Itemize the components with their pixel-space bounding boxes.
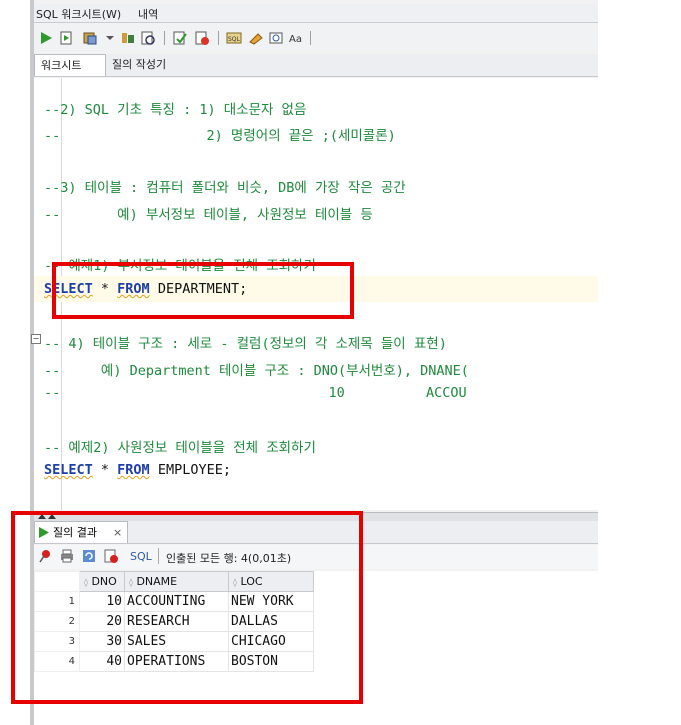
editor-line-select-employee: SELECT * FROM EMPLOYEE; — [44, 462, 231, 478]
commit-icon[interactable] — [172, 30, 188, 46]
run-statement-icon[interactable] — [38, 30, 54, 46]
highlight-box-select-statement — [52, 262, 354, 319]
code-text: EMPLOYEE; — [149, 462, 231, 478]
format-icon[interactable]: Aa — [288, 30, 304, 46]
sql-tuning-icon[interactable] — [140, 30, 156, 46]
tab-worksheet[interactable]: 워크시트 — [34, 54, 106, 76]
explain-plan-icon[interactable] — [120, 30, 136, 46]
rollback-icon[interactable] — [194, 30, 210, 46]
toolbar-separator — [218, 31, 219, 45]
sql-keyword: SELECT — [44, 462, 93, 478]
toolbar-separator — [310, 31, 311, 45]
title-tab-bar: SQL 워크시트(W) 내역 — [34, 4, 598, 23]
tab-query-builder[interactable]: 질의 작성기 — [106, 54, 172, 75]
svg-text:Aa: Aa — [289, 34, 302, 45]
toolbar: SQL Aa — [34, 25, 598, 51]
dropdown-arrow-icon[interactable] — [102, 30, 118, 46]
unshared-sql-icon[interactable]: SQL — [226, 30, 242, 46]
sql-keyword: FROM — [117, 462, 150, 478]
autotrace-icon[interactable] — [82, 30, 98, 46]
sql-worksheet-tab[interactable]: SQL 워크시트(W) — [36, 6, 121, 22]
editor-line: --3) 테이블 : 컴퓨터 폴더와 비슷, DB에 가장 작은 공간 — [44, 180, 406, 196]
code-text: * — [92, 462, 118, 478]
toolbar-separator — [164, 31, 165, 45]
highlight-box-query-results — [11, 511, 363, 704]
history-icon[interactable] — [268, 30, 284, 46]
fold-toggle-icon[interactable]: − — [31, 334, 41, 344]
editor-line: -- 예) Department 테이블 구조 : DNO(부서번호), DNA… — [44, 363, 469, 379]
history-tab[interactable]: 내역 — [138, 6, 158, 22]
editor-line: -- 10 ACCOU — [44, 385, 467, 401]
svg-text:SQL: SQL — [228, 36, 241, 43]
worksheet-tab-bar: 워크시트 질의 작성기 — [34, 54, 598, 77]
run-script-icon[interactable] — [58, 30, 74, 46]
editor-line: --2) SQL 기초 특징 : 1) 대소문자 없음 — [44, 102, 307, 118]
editor-line: -- 예) 부서정보 테이블, 사원정보 테이블 등 — [44, 207, 373, 223]
editor-line: -- 예제2) 사원정보 테이블을 전체 조회하기 — [44, 440, 316, 456]
editor-line: -- 4) 테이블 구조 : 세로 - 컬럼(정보의 각 소제목 들이 표현) — [44, 336, 447, 352]
clear-icon[interactable] — [248, 30, 264, 46]
editor-line: -- 2) 명령어의 끝은 ;(세미콜론) — [44, 128, 396, 144]
